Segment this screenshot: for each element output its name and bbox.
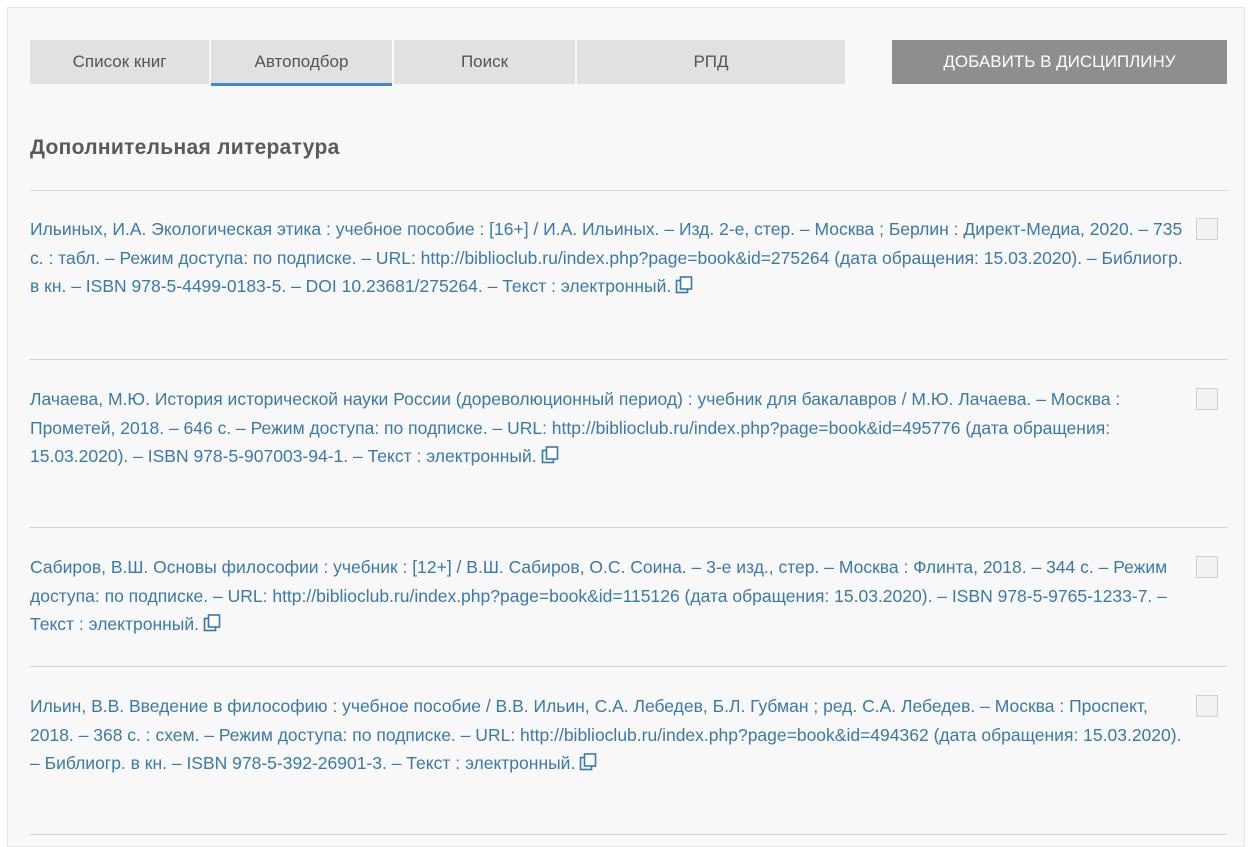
section-title: Дополнительная литература [30,136,340,159]
book-entry-text[interactable]: Ильиных, И.А. Экологическая этика : учеб… [30,219,1183,296]
copy-icon[interactable] [675,276,693,294]
tab-bar: Список книг Автоподбор Поиск РПД [30,40,847,86]
book-entry-text[interactable]: Ильин, В.В. Введение в философию : учебн… [30,696,1181,773]
tab-label: Список книг [72,52,167,71]
tab-search[interactable]: Поиск [394,40,575,84]
divider [30,666,1227,667]
add-to-discipline-button[interactable]: ДОБАВИТЬ В ДИСЦИПЛИНУ [892,40,1227,84]
entry-checkbox-3[interactable] [1196,556,1218,578]
add-button-label: ДОБАВИТЬ В ДИСЦИПЛИНУ [943,52,1176,71]
book-entry-text[interactable]: Лачаева, М.Ю. История исторической науки… [30,389,1120,466]
book-entry-2: Лачаева, М.Ю. История исторической науки… [30,385,1190,471]
divider [30,834,1227,835]
copy-icon[interactable] [203,614,221,632]
entry-checkbox-2[interactable] [1196,388,1218,410]
tab-label: Поиск [460,52,509,71]
book-entry-text[interactable]: Сабиров, В.Ш. Основы философии : учебник… [30,557,1167,634]
tab-auto-selection[interactable]: Автоподбор [211,40,392,86]
entry-checkbox-1[interactable] [1196,218,1218,240]
entry-checkbox-4[interactable] [1196,695,1218,717]
copy-icon[interactable] [579,753,597,771]
copy-icon[interactable] [541,446,559,464]
book-entry-4: Ильин, В.В. Введение в философию : учебн… [30,692,1190,778]
tab-book-list[interactable]: Список книг [30,40,209,84]
divider [30,527,1227,528]
tab-label: РПД [693,52,729,71]
tab-label: Автоподбор [254,52,349,71]
divider [30,190,1227,191]
divider [30,359,1227,360]
book-entry-3: Сабиров, В.Ш. Основы философии : учебник… [30,553,1190,639]
book-entry-1: Ильиных, И.А. Экологическая этика : учеб… [30,215,1190,301]
tab-rpd[interactable]: РПД [577,40,845,84]
